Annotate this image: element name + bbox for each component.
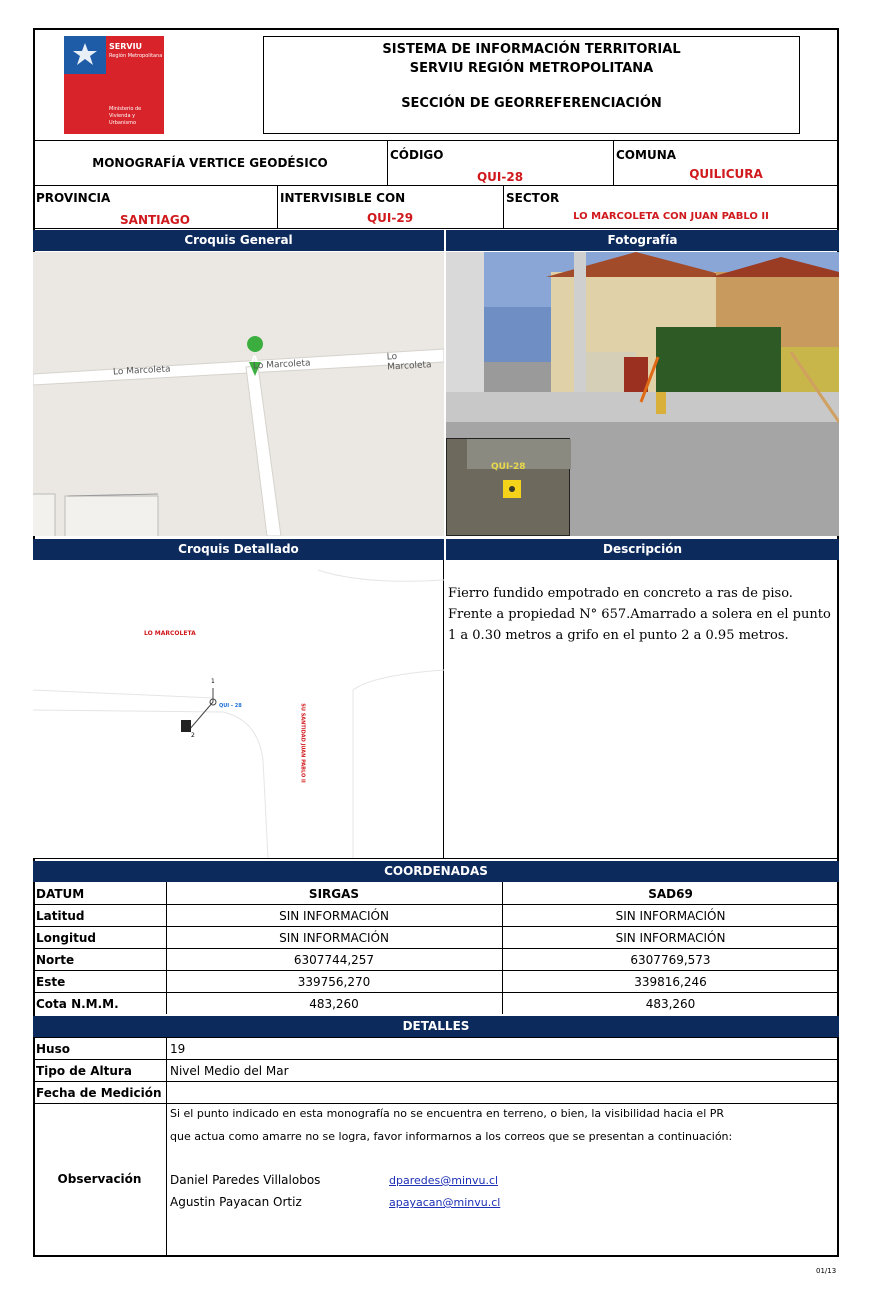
sketch-street-b: SU SANTIDAD JUAN PABLO II (299, 703, 306, 783)
row-label: Cota N.M.M. (36, 997, 119, 1011)
comuna-value: QUILICURA (689, 167, 763, 181)
logo-region: Región Metropolitana (109, 53, 163, 59)
logo-ministry-2: Vivienda y (109, 113, 136, 119)
sad69-header: SAD69 (648, 887, 693, 901)
table-cell: SIN INFORMACIÓN (615, 931, 726, 945)
croquis-detallado-bar: Croquis Detallado (33, 539, 444, 560)
huso-label: Huso (36, 1042, 70, 1056)
observacion-line1: Si el punto indicado en esta monografía … (170, 1107, 725, 1120)
fecha-label: Fecha de Medición (36, 1086, 162, 1100)
site-photo: QUI-28 (446, 252, 839, 536)
table-cell: 6307744,257 (293, 953, 375, 967)
contact1-name: Daniel Paredes Villalobos (170, 1173, 321, 1187)
sketch-p2: 2 (191, 732, 195, 739)
sector-label: SECTOR (506, 191, 560, 205)
logo-ministry-3: Urbanismo (109, 120, 137, 126)
coordinates-table: DATUM SIRGAS SAD69 Latitud SIN INFORMACI… (33, 882, 839, 1014)
intervisible-value: QUI-29 (366, 211, 414, 225)
row-label: Latitud (36, 909, 85, 923)
header-line3: SECCIÓN DE GEORREFERENCIACIÓN (401, 96, 662, 111)
sirgas-header: SIRGAS (308, 887, 360, 901)
coat-of-arms-icon (70, 40, 100, 70)
table-cell: 483,260 (309, 997, 359, 1011)
detalles-bar: DETALLES (33, 1016, 839, 1037)
monografia-title: MONOGRAFÍA VERTICE GEODÉSICO (92, 156, 328, 170)
map-street-label-3: Lo Marcoleta (386, 351, 432, 373)
row-label: Norte (36, 953, 75, 967)
survey-marker-icon (503, 480, 521, 498)
codigo-label: CÓDIGO (390, 148, 444, 162)
descripcion-text: Fierro fundido empotrado en concreto a r… (448, 586, 831, 643)
altura-value: Nivel Medio del Mar (170, 1064, 289, 1078)
header-line1: SISTEMA DE INFORMACIÓN TERRITORIAL (382, 42, 681, 57)
header-line2: SERVIU REGIÓN METROPOLITANA (409, 61, 654, 76)
croquis-general-bar: Croquis General (33, 230, 444, 251)
table-cell: SIN INFORMACIÓN (615, 909, 726, 923)
row-label: Longitud (36, 931, 97, 945)
map-svg (33, 336, 444, 536)
provincia-value: SANTIAGO (120, 213, 190, 227)
sketch-p1: 1 (211, 678, 215, 685)
intervisible-label: INTERVISIBLE CON (280, 191, 406, 205)
row-label: Este (36, 975, 66, 989)
logo-brand: SERVIU (109, 42, 143, 51)
logo-ministry-1: Ministerio de (109, 106, 142, 112)
contact2-name: Agustin Payacan Ortiz (170, 1195, 302, 1209)
table-cell: 339816,246 (634, 975, 707, 989)
descripcion-bar: Descripción (446, 539, 839, 560)
details-table: Huso 19 Tipo de Altura Nivel Medio del M… (33, 1037, 839, 1257)
sketch-point-label: QUI - 28 (219, 703, 242, 709)
contact1-email-link[interactable]: dparedes@minvu.cl (389, 1174, 498, 1187)
inset-label: QUI-28 (491, 462, 526, 472)
provincia-label: PROVINCIA (36, 191, 111, 205)
table-cell: 339756,270 (297, 975, 371, 989)
table-cell: SIN INFORMACIÓN (279, 931, 389, 945)
detailed-sketch: LO MARCOLETA SU SANTIDAD JUAN PABLO II Q… (32, 560, 445, 859)
map-marker-letter: A (251, 355, 258, 365)
general-map: Lo Marcoleta Lo Marcoleta Lo Marcoleta A (33, 252, 444, 536)
sector-value: LO MARCOLETA CON JUAN PABLO II (573, 211, 769, 222)
map-marker-icon (247, 336, 264, 352)
hydrant-icon (181, 720, 191, 732)
fotografia-bar: Fotografía (446, 230, 839, 251)
table-cell: SIN INFORMACIÓN (279, 909, 389, 923)
sketch-street-a: LO MARCOLETA (144, 630, 196, 637)
observacion-line2: que actua como amarre no se logra, favor… (170, 1130, 733, 1143)
table-cell: 6307769,573 (630, 953, 711, 967)
page-number: 01/13 (816, 1267, 837, 1275)
datum-header: DATUM (36, 887, 85, 901)
huso-value: 19 (170, 1042, 186, 1056)
photo-inset: QUI-28 (446, 438, 571, 536)
altura-label: Tipo de Altura (36, 1064, 132, 1078)
serviu-logo: SERVIU Región Metropolitana Ministerio d… (64, 36, 164, 134)
contact2-email-link[interactable]: apayacan@minvu.cl (389, 1196, 500, 1209)
table-cell: 483,260 (645, 997, 696, 1011)
codigo-value: QUI-28 (476, 170, 524, 184)
comuna-label: COMUNA (616, 148, 677, 162)
coordenadas-bar: COORDENADAS (33, 861, 839, 882)
observacion-label: Observación (57, 1172, 142, 1186)
